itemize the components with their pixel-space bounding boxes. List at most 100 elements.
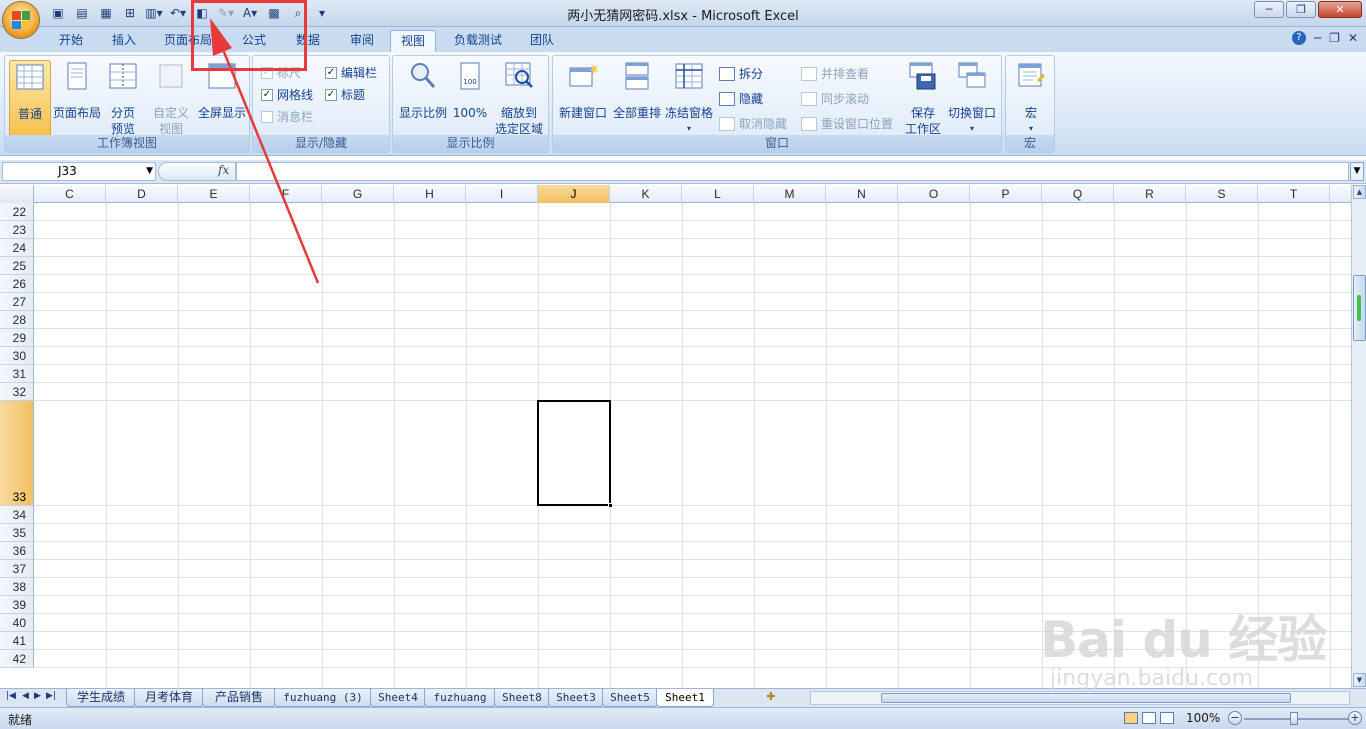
zoom-out-icon[interactable]: − — [1228, 711, 1242, 725]
tab-home[interactable]: 开始 — [46, 30, 96, 52]
column-header-j[interactable]: J — [538, 185, 610, 203]
row-header-35[interactable]: 35 — [0, 524, 34, 542]
prev-sheet-icon[interactable]: ◀ — [22, 691, 29, 701]
tab-load-test[interactable]: 负载测试 — [446, 30, 510, 52]
sheet-tab[interactable]: Sheet5 — [602, 689, 658, 707]
column-header-l[interactable]: L — [682, 185, 754, 203]
fill-handle[interactable] — [608, 503, 613, 508]
headings-checkbox[interactable]: ✓ 标题 — [325, 86, 365, 103]
expand-formula-bar-icon[interactable]: ▼ — [1350, 162, 1364, 181]
select-all-corner[interactable] — [0, 185, 34, 203]
name-box[interactable]: J33 ▼ — [2, 162, 156, 181]
row-header-25[interactable]: 25 — [0, 257, 34, 275]
zoom-slider-knob[interactable] — [1290, 712, 1298, 725]
column-header-s[interactable]: S — [1186, 185, 1258, 203]
row-header-27[interactable]: 27 — [0, 293, 34, 311]
sheet-tab[interactable]: Sheet8 — [494, 689, 550, 707]
gridlines-checkbox[interactable]: ✓ 网格线 — [261, 86, 313, 103]
column-header-h[interactable]: H — [394, 185, 466, 203]
side-by-side-button[interactable]: 并排查看 — [801, 65, 869, 82]
column-header-t[interactable]: T — [1258, 185, 1330, 203]
sheet-tab[interactable]: fuzhuang (3) — [274, 689, 372, 707]
message-bar-checkbox[interactable]: 消息栏 — [261, 108, 313, 125]
zoom-slider[interactable] — [1244, 718, 1352, 720]
normal-view-button[interactable]: 普通 — [9, 60, 51, 138]
restore-button[interactable]: ❐ — [1286, 1, 1316, 18]
scroll-down-icon[interactable]: ▼ — [1353, 673, 1366, 687]
column-header-o[interactable]: O — [898, 185, 970, 203]
switch-windows-button[interactable]: 切换窗口 ▾ — [945, 60, 999, 137]
row-header-32[interactable]: 32 — [0, 383, 34, 401]
row-header-26[interactable]: 26 — [0, 275, 34, 293]
sheet-tab[interactable]: 学生成绩 — [66, 689, 136, 707]
page-break-view-icon[interactable] — [1160, 712, 1174, 724]
column-header-q[interactable]: Q — [1042, 185, 1114, 203]
column-header-r[interactable]: R — [1114, 185, 1186, 203]
arrange-all-button[interactable]: 全部重排 — [611, 60, 663, 121]
sync-scroll-button[interactable]: 同步滚动 — [801, 90, 869, 107]
column-header-c[interactable]: C — [34, 185, 106, 203]
new-window-button[interactable]: 新建窗口 — [555, 60, 611, 121]
row-header-36[interactable]: 36 — [0, 542, 34, 560]
macros-button[interactable]: 宏 ▾ — [1010, 60, 1052, 137]
active-cell[interactable] — [537, 400, 613, 508]
save-workspace-button[interactable]: 保存 工作区 — [903, 60, 943, 137]
sheet-tab[interactable]: Sheet4 — [370, 689, 426, 707]
row-header-28[interactable]: 28 — [0, 311, 34, 329]
row-header-41[interactable]: 41 — [0, 632, 34, 650]
page-layout-view-icon[interactable] — [1142, 712, 1156, 724]
zoom-level[interactable]: 100% — [1186, 711, 1220, 725]
office-button[interactable] — [3, 2, 39, 38]
tab-insert[interactable]: 插入 — [100, 30, 148, 52]
row-header-34[interactable]: 34 — [0, 506, 34, 524]
sheet-tab[interactable]: fuzhuang — [424, 689, 496, 707]
ribbon-restore-icon[interactable]: ❐ — [1329, 31, 1340, 45]
tab-view[interactable]: 视图 — [390, 30, 436, 52]
help-icon[interactable]: ? — [1291, 31, 1306, 45]
row-header-30[interactable]: 30 — [0, 347, 34, 365]
column-header-i[interactable]: I — [466, 185, 538, 203]
horizontal-scrollbar[interactable] — [810, 691, 1350, 705]
tab-team[interactable]: 团队 — [520, 30, 564, 52]
first-sheet-icon[interactable]: |◀ — [6, 691, 16, 701]
row-header-23[interactable]: 23 — [0, 221, 34, 239]
reset-position-button[interactable]: 重设窗口位置 — [801, 115, 893, 132]
insert-function-icon[interactable]: fx — [218, 163, 229, 177]
vertical-scrollbar[interactable]: ▲ ▼ — [1351, 185, 1366, 688]
hide-window-button[interactable]: 隐藏 — [719, 90, 763, 107]
insert-sheet-icon[interactable]: ✚ — [760, 690, 782, 706]
column-header-m[interactable]: M — [754, 185, 826, 203]
scroll-up-icon[interactable]: ▲ — [1353, 185, 1366, 199]
close-button[interactable]: ✕ — [1318, 1, 1362, 18]
zoom-button[interactable]: 显示比例 — [397, 60, 449, 121]
column-header-k[interactable]: K — [610, 185, 682, 203]
tab-review[interactable]: 审阅 — [340, 30, 384, 52]
custom-views-button[interactable]: 自定义 视图 — [149, 60, 193, 137]
column-header-p[interactable]: P — [970, 185, 1042, 203]
minimize-button[interactable]: ─ — [1254, 1, 1284, 18]
formula-bar-checkbox[interactable]: ✓ 编辑栏 — [325, 64, 377, 81]
row-header-40[interactable]: 40 — [0, 614, 34, 632]
column-header-d[interactable]: D — [106, 185, 178, 203]
sheet-tab[interactable]: 月考体育 — [134, 689, 204, 707]
row-header-24[interactable]: 24 — [0, 239, 34, 257]
column-header-f[interactable]: F — [250, 185, 322, 203]
name-box-dropdown-icon[interactable]: ▼ — [146, 163, 153, 180]
sheet-tab[interactable]: Sheet3 — [548, 689, 604, 707]
zoom-to-selection-button[interactable]: 缩放到 选定区域 — [491, 60, 547, 137]
last-sheet-icon[interactable]: ▶| — [46, 691, 56, 701]
row-header-37[interactable]: 37 — [0, 560, 34, 578]
page-break-preview-button[interactable]: 分页 预览 — [105, 60, 141, 137]
horizontal-scroll-thumb[interactable] — [881, 693, 1291, 703]
formula-input[interactable] — [236, 162, 1349, 181]
zoom-100-button[interactable]: 100 100% — [451, 60, 489, 121]
row-header-31[interactable]: 31 — [0, 365, 34, 383]
sheet-tab[interactable]: 产品销售 — [202, 689, 276, 707]
next-sheet-icon[interactable]: ▶ — [34, 691, 41, 701]
zoom-in-icon[interactable]: + — [1348, 711, 1362, 725]
unhide-window-button[interactable]: 取消隐藏 — [719, 115, 787, 132]
row-header-42[interactable]: 42 — [0, 650, 34, 668]
row-header-33[interactable]: 33 — [0, 401, 34, 506]
ribbon-minimize-icon[interactable]: ─ — [1314, 31, 1321, 45]
column-header-e[interactable]: E — [178, 185, 250, 203]
